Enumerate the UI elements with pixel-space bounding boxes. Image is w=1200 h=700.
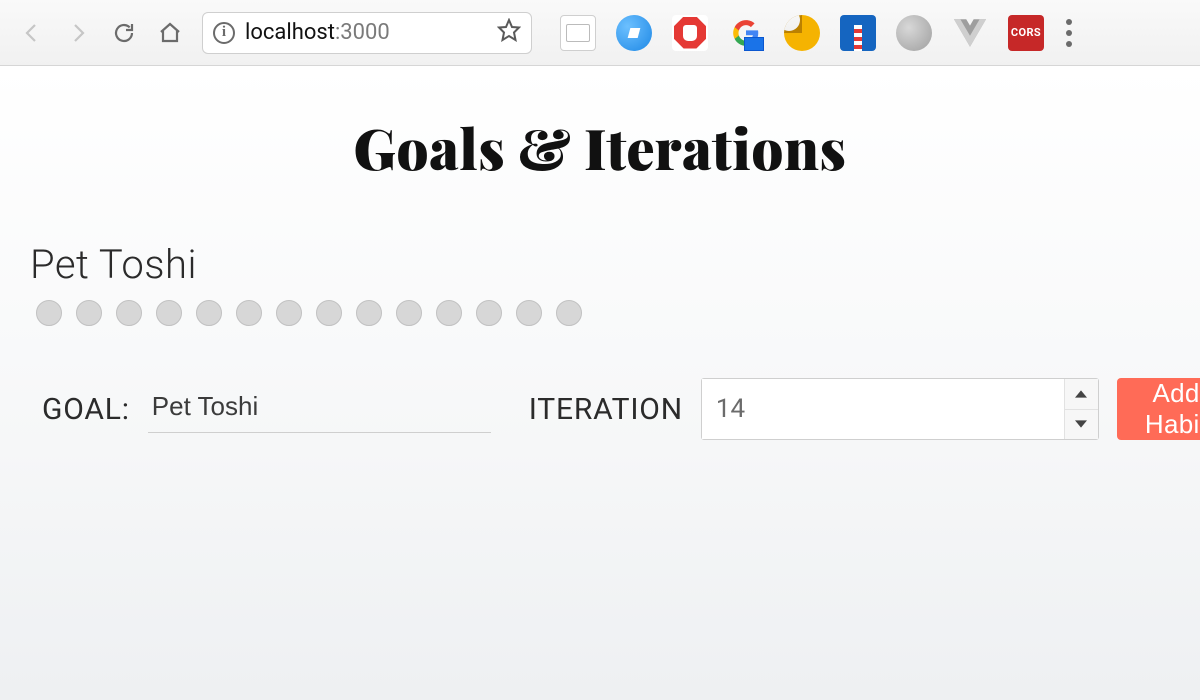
extension-google-translate-icon[interactable] <box>728 15 764 51</box>
habit-dot[interactable] <box>436 300 462 326</box>
page-title: Goals & Iterations <box>24 110 1176 185</box>
extension-lighthouse-icon[interactable] <box>840 15 876 51</box>
habit-dot[interactable] <box>236 300 262 326</box>
reload-button[interactable] <box>110 19 138 47</box>
habit-dot[interactable] <box>316 300 342 326</box>
habit-dot[interactable] <box>196 300 222 326</box>
habit-dot[interactable] <box>36 300 62 326</box>
site-info-icon[interactable]: i <box>213 22 235 44</box>
iteration-decrement-button[interactable] <box>1065 410 1098 440</box>
extension-moon-icon[interactable] <box>784 15 820 51</box>
habit-dot[interactable] <box>276 300 302 326</box>
habit-form: GOAL: ITERATION Add Habit <box>24 378 1176 440</box>
add-habit-button[interactable]: Add Habit <box>1117 378 1200 440</box>
forward-button[interactable] <box>64 19 92 47</box>
iteration-input[interactable] <box>702 379 1064 439</box>
home-button[interactable] <box>156 19 184 47</box>
iteration-label: ITERATION <box>529 392 683 427</box>
habit-dot[interactable] <box>516 300 542 326</box>
habit-dot[interactable] <box>76 300 102 326</box>
bookmark-star-icon[interactable] <box>497 18 521 48</box>
extension-adblock-icon[interactable] <box>672 15 708 51</box>
habit-dot[interactable] <box>396 300 422 326</box>
goal-label: GOAL: <box>42 392 130 427</box>
extensions-row: CORS <box>560 15 1044 51</box>
address-bar[interactable]: i localhost:3000 <box>202 12 532 54</box>
habit-progress-dots <box>30 300 1170 326</box>
habit-dot[interactable] <box>156 300 182 326</box>
extension-vue-icon[interactable] <box>952 15 988 51</box>
habit-dot[interactable] <box>356 300 382 326</box>
habit-name: Pet Toshi <box>30 241 1170 288</box>
iteration-stepper <box>701 378 1099 440</box>
goal-input[interactable] <box>148 385 491 433</box>
page-content: Goals & Iterations Pet Toshi GOAL: ITERA… <box>0 66 1200 700</box>
browser-toolbar: i localhost:3000 CORS <box>0 0 1200 66</box>
extension-circle-icon[interactable] <box>896 15 932 51</box>
extension-vimium-icon[interactable] <box>616 15 652 51</box>
iteration-increment-button[interactable] <box>1065 379 1098 410</box>
url-host: localhost:3000 <box>245 20 390 45</box>
habit-dot[interactable] <box>476 300 502 326</box>
habit-dot[interactable] <box>116 300 142 326</box>
nav-icon-group <box>10 19 192 47</box>
extension-cors-icon[interactable]: CORS <box>1008 15 1044 51</box>
extension-card-icon[interactable] <box>560 15 596 51</box>
habit-dot[interactable] <box>556 300 582 326</box>
back-button[interactable] <box>18 19 46 47</box>
habit-block: Pet Toshi <box>24 241 1176 326</box>
browser-menu-button[interactable] <box>1066 19 1072 47</box>
iteration-spinner <box>1064 379 1098 439</box>
